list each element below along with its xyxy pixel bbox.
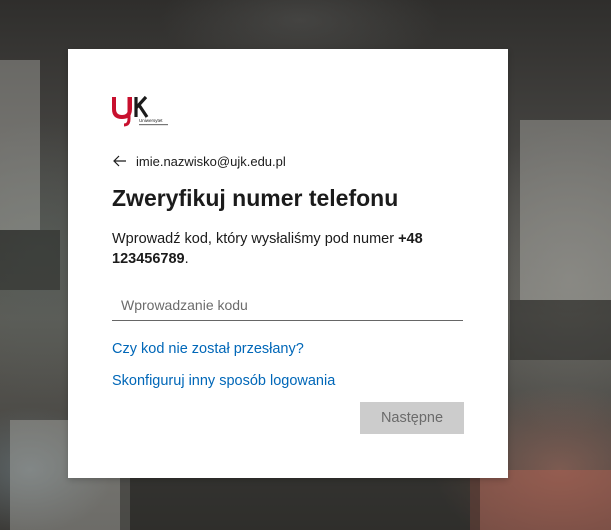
background-building [120, 478, 480, 530]
background-building [520, 120, 611, 300]
configure-other-method-link[interactable]: Skonfiguruj inny sposób logowania [112, 371, 464, 391]
background-building [0, 230, 60, 290]
sign-in-card: Uniwersytet imie.nazwisko@ujk.edu.pl Zwe… [68, 49, 508, 478]
description-suffix: . [184, 251, 189, 267]
background-building [0, 60, 40, 230]
description-text: Wprowadź kod, który wysłaliśmy pod numer [112, 231, 399, 247]
identity-banner: imie.nazwisko@ujk.edu.pl [112, 149, 464, 173]
action-buttons: Następne [360, 402, 464, 434]
page-title: Zweryfikuj numer telefonu [112, 185, 399, 211]
university-logo: Uniwersytet [112, 93, 170, 129]
identity-email: imie.nazwisko@ujk.edu.pl [136, 153, 286, 169]
verification-description: Wprowadź kod, który wysłaliśmy pod numer… [112, 229, 464, 269]
code-not-received-link[interactable]: Czy kod nie został przesłany? [112, 339, 464, 359]
arrow-left-icon[interactable] [112, 153, 128, 169]
background-building [510, 300, 611, 360]
verification-code-input[interactable] [112, 289, 463, 321]
next-button[interactable]: Następne [360, 402, 464, 434]
background-building [470, 470, 611, 530]
svg-text:Uniwersytet: Uniwersytet [139, 118, 163, 123]
